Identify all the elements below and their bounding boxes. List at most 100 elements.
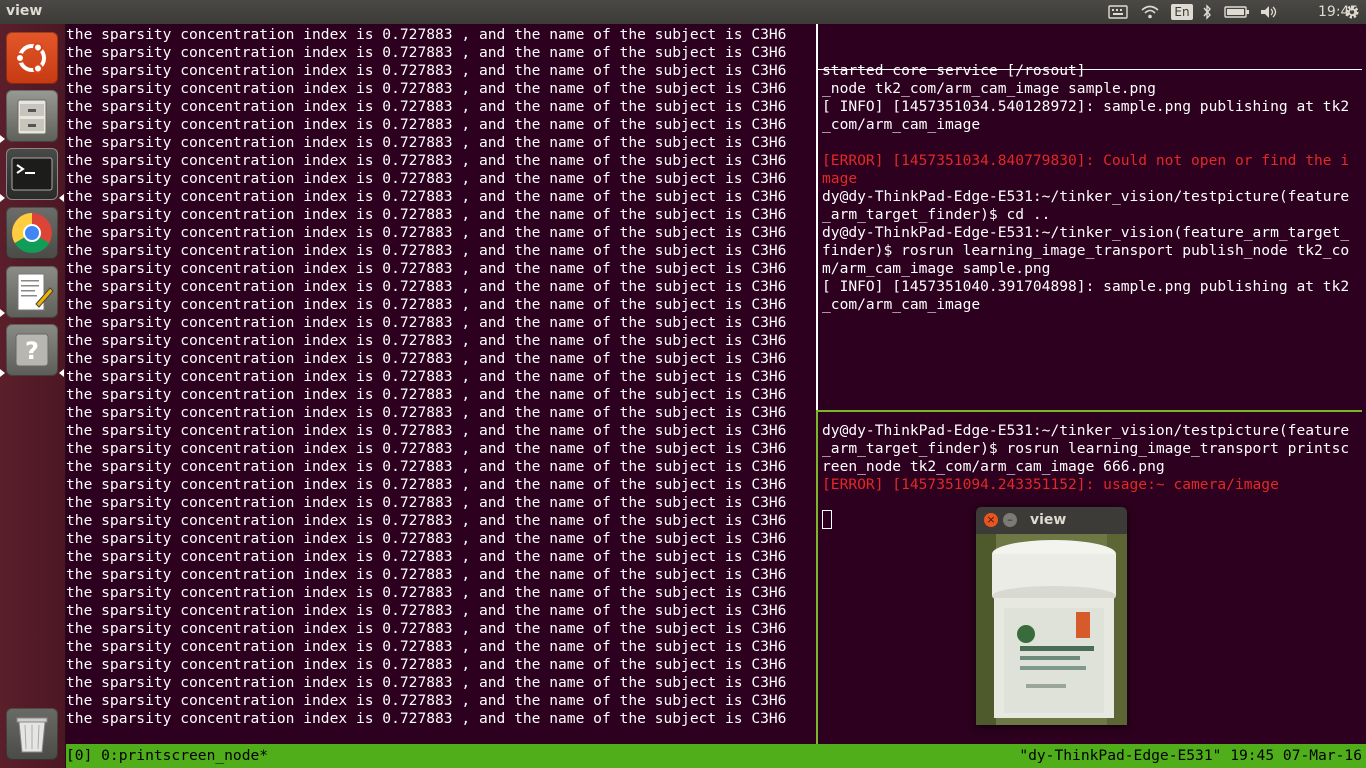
top-panel: view En 19:45	[0, 0, 1366, 24]
terminal-line: the sparsity concentration index is 0.72…	[66, 656, 787, 673]
app-title: view	[6, 3, 43, 19]
terminal-error-line: [ERROR] [1457351094.243351152]: usage:~ …	[822, 476, 1279, 493]
terminal-line: _node tk2_com/arm_cam_image sample.png	[822, 80, 1156, 97]
tmux-status-bar: [0] 0:printscreen_node* "dy-ThinkPad-Edg…	[66, 744, 1366, 768]
terminal-line: the sparsity concentration index is 0.72…	[66, 584, 787, 601]
terminal-line: the sparsity concentration index is 0.72…	[66, 404, 787, 421]
terminal-line: the sparsity concentration index is 0.72…	[66, 278, 787, 295]
terminal-cursor	[822, 510, 832, 529]
terminal-line: [ INFO] [1457351040.391704898]: sample.p…	[822, 278, 1350, 295]
terminal-line: the sparsity concentration index is 0.72…	[66, 674, 787, 691]
terminal-line: the sparsity concentration index is 0.72…	[66, 80, 787, 97]
running-indicator	[0, 135, 5, 143]
help-icon: ?	[15, 333, 49, 367]
battery-icon[interactable]	[1222, 0, 1252, 24]
terminal-line: the sparsity concentration index is 0.72…	[66, 62, 787, 79]
terminal-line: started core service [/rosout]	[822, 62, 1086, 79]
camera-image	[976, 534, 1127, 725]
jar-photo-icon	[976, 534, 1127, 725]
terminal-line: the sparsity concentration index is 0.72…	[66, 98, 787, 115]
pane-separator-vertical-active[interactable]	[816, 410, 818, 744]
terminal-line: finder)$ rosrun learning_image_transport…	[822, 242, 1350, 259]
wifi-icon[interactable]	[1138, 0, 1162, 24]
terminal-error-line: [ERROR] [1457351034.840779830]: Could no…	[822, 152, 1350, 169]
terminal-line: the sparsity concentration index is 0.72…	[66, 350, 787, 367]
left-terminal-pane[interactable]: the sparsity concentration index is 0.72…	[66, 26, 816, 744]
close-icon[interactable]: ×	[984, 513, 998, 527]
terminal-error-line: mage	[822, 170, 858, 187]
tmux-window-list[interactable]: [0] 0:printscreen_node*	[66, 746, 268, 766]
terminal-line: the sparsity concentration index is 0.72…	[66, 476, 787, 493]
pane-separator-horizontal-active[interactable]	[818, 410, 1362, 412]
terminal-line: the sparsity concentration index is 0.72…	[66, 242, 787, 259]
chrome-icon	[12, 213, 52, 253]
language-indicator[interactable]: En	[1171, 0, 1193, 24]
terminal-line: the sparsity concentration index is 0.72…	[66, 170, 787, 187]
trash-icon	[16, 717, 48, 753]
terminal-line: the sparsity concentration index is 0.72…	[66, 422, 787, 439]
terminal-line: dy@dy-ThinkPad-Edge-E531:~/tinker_vision…	[822, 188, 1350, 205]
terminal-icon	[11, 157, 53, 191]
terminal-button[interactable]	[6, 148, 58, 200]
volume-icon[interactable]	[1258, 0, 1280, 24]
terminal-line: _arm_target_finder)$ cd ..	[822, 206, 1051, 223]
focused-indicator	[59, 194, 64, 202]
terminal-line: _arm_target_finder)$ rosrun learning_ima…	[822, 440, 1350, 457]
view-window-title: view	[1030, 512, 1067, 528]
terminal-line: the sparsity concentration index is 0.72…	[66, 116, 787, 133]
launcher: ?	[0, 24, 66, 768]
middle-right-terminal-pane[interactable]: _node tk2_com/arm_cam_image sample.png[ …	[822, 80, 1362, 410]
running-indicator	[0, 309, 5, 317]
terminal-line: the sparsity concentration index is 0.72…	[66, 620, 787, 637]
terminal-line: the sparsity concentration index is 0.72…	[66, 44, 787, 61]
terminal-line: the sparsity concentration index is 0.72…	[66, 260, 787, 277]
terminal-line: [ INFO] [1457351034.540128972]: sample.p…	[822, 98, 1350, 115]
chrome-button[interactable]	[6, 207, 58, 259]
running-indicator	[0, 369, 5, 377]
focused-indicator	[59, 369, 64, 377]
terminal-line: the sparsity concentration index is 0.72…	[66, 332, 787, 349]
terminal-line: the sparsity concentration index is 0.72…	[66, 368, 787, 385]
minimize-icon[interactable]: –	[1003, 513, 1017, 527]
terminal-line: the sparsity concentration index is 0.72…	[66, 134, 787, 151]
terminal-line: the sparsity concentration index is 0.72…	[66, 224, 787, 241]
terminal-line: the sparsity concentration index is 0.72…	[66, 710, 787, 727]
svg-text:?: ?	[25, 337, 39, 365]
ubuntu-logo-icon	[15, 42, 46, 74]
file-cabinet-icon	[17, 99, 47, 135]
terminal-line: reen_node tk2_com/arm_cam_image 666.png	[822, 458, 1165, 475]
terminal-line: the sparsity concentration index is 0.72…	[66, 530, 787, 547]
help-button[interactable]: ?	[6, 324, 58, 376]
terminal-line: the sparsity concentration index is 0.72…	[66, 386, 787, 403]
tmux-status-right: "dy-ThinkPad-Edge-E531" 19:45 07-Mar-16	[1019, 747, 1362, 764]
terminal-line: the sparsity concentration index is 0.72…	[66, 548, 787, 565]
terminal-line: the sparsity concentration index is 0.72…	[66, 602, 787, 619]
terminal-line: the sparsity concentration index is 0.72…	[66, 638, 787, 655]
view-window[interactable]: × – view	[976, 507, 1127, 725]
terminal-line: the sparsity concentration index is 0.72…	[66, 566, 787, 583]
file-manager-button[interactable]	[6, 90, 58, 142]
terminal-line: dy@dy-ThinkPad-Edge-E531:~/tinker_vision…	[822, 224, 1350, 241]
terminal-line: the sparsity concentration index is 0.72…	[66, 314, 787, 331]
trash-button[interactable]	[6, 708, 58, 760]
ubuntu-dash-button[interactable]	[6, 32, 58, 84]
terminal-line: _com/arm_cam_image	[822, 116, 981, 133]
terminal-line: m/arm_cam_image sample.png	[822, 260, 1051, 277]
terminal-line: the sparsity concentration index is 0.72…	[66, 296, 787, 313]
keyboard-icon[interactable]	[1106, 0, 1130, 24]
terminal-line: the sparsity concentration index is 0.72…	[66, 26, 787, 43]
terminal-line: the sparsity concentration index is 0.72…	[66, 152, 787, 169]
terminal-line: dy@dy-ThinkPad-Edge-E531:~/tinker_vision…	[822, 422, 1350, 439]
bluetooth-icon[interactable]	[1198, 0, 1216, 24]
text-editor-button[interactable]	[6, 266, 58, 318]
running-indicator	[0, 194, 5, 202]
gear-icon[interactable]	[1340, 0, 1364, 24]
terminal-line: the sparsity concentration index is 0.72…	[66, 512, 787, 529]
terminal-line: the sparsity concentration index is 0.72…	[66, 494, 787, 511]
terminal-line: the sparsity concentration index is 0.72…	[66, 206, 787, 223]
terminal-line: the sparsity concentration index is 0.72…	[66, 188, 787, 205]
terminal-line: _com/arm_cam_image	[822, 296, 981, 313]
terminal-line: the sparsity concentration index is 0.72…	[66, 692, 787, 709]
terminal-line: the sparsity concentration index is 0.72…	[66, 440, 787, 457]
